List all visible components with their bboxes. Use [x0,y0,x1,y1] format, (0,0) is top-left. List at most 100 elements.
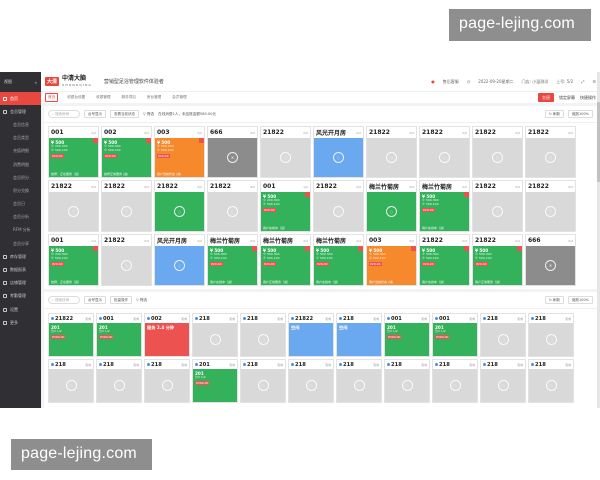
room-tile[interactable]: 21822 2/2 ◌ [101,180,152,232]
handover-button[interactable]: 交班 [538,93,554,102]
technician-search-input[interactable]: ⌕ 搜索技师 [48,296,80,304]
sidebar-item[interactable]: 消费明细 [0,158,41,171]
sidebar-item[interactable]: 考勤管理 [0,290,41,303]
technician-tile[interactable]: 218 轮岗 ◌ [96,359,142,403]
sidebar-item[interactable]: 会员管理 [0,105,41,118]
technician-zoom-select[interactable]: 缩放100% [567,296,593,304]
room-tile[interactable]: 21822 2/2 ◌ [419,126,470,178]
sidebar-item[interactable]: 会员分析 [0,211,41,224]
sidebar-item[interactable]: 首页 [0,92,41,106]
room-tile[interactable]: 001 1/2 ¥ 500 © 200-300 © 500-100 ¥20.00 用户在线中… [260,180,311,232]
sidebar-item[interactable]: 会员类型 [0,132,41,145]
technician-tile[interactable]: 21822 轮岗 空闲 [288,313,334,357]
technician-status-tag: 轮岗 [565,316,571,321]
room-tile[interactable]: 21822 2/2 ◌ [101,234,152,286]
sidebar-item[interactable]: 店铺管理 [0,277,41,290]
sidebar-item[interactable]: 更多 [0,316,41,329]
room-tile[interactable]: 21822 2/2 ◌ [313,180,364,232]
room-tile[interactable]: 21822 2/2 ◌ [154,180,205,232]
room-tile[interactable]: 21822 2/2 ◌ [472,180,523,232]
room-tile[interactable]: 21822 2/2 ◌ [260,126,311,178]
sidebar-item[interactable]: 会员积分 [0,171,41,184]
sidebar-item[interactable]: 数据报表 [0,263,41,276]
fullscreen-icon[interactable]: ⤢ [581,79,584,84]
room-tile[interactable]: 梅兰竹菊房 2/2 ¥ 500 © 500-300 © 500-100 ¥20.00 用户正… [260,234,311,286]
technician-tile[interactable]: 218 轮岗 ◌ [480,359,526,403]
room-tile[interactable]: 21822 2/2 ◌ [472,126,523,178]
room-tile[interactable]: 21822 2/2 ◌ [525,126,576,178]
tab[interactable]: 会员管理 [170,94,188,101]
room-tile[interactable]: 风光开月房 2/2 ◌ [154,234,205,286]
room-tile[interactable]: 003 2/2 ¥ 500 © 500-300 © 500-100 ¥20.00 用户当前状… [154,126,205,178]
store-select[interactable]: 门店: 小温测试 [522,79,549,85]
technician-tile[interactable]: 218 轮岗 ◌ [240,313,286,357]
technician-tile[interactable]: 218 轮岗 ◌ [192,313,238,357]
room-tile[interactable]: 666 2/2 ✕ [207,126,258,178]
room-tile[interactable]: 001 1/2 ¥ 500 © 200-300 © 500-100 ¥20.00 技师：正在… [48,126,99,178]
sidebar-item[interactable]: 会员分享 [0,237,41,250]
technician-tile[interactable]: 002 轮岗 服务 2.4 分钟 [144,313,190,357]
technician-tile[interactable]: 21822 轮岗 201 分2 1/2 ¥300.00 [48,313,94,357]
room-tile[interactable]: 梅兰竹菊房 2/2 ◌ [366,180,417,232]
batch-action-button[interactable]: 批量操作 [110,296,132,304]
technician-tile[interactable]: 218 轮岗 ◌ [48,359,94,403]
room-tile[interactable]: 21822 2/2 ◌ [366,126,417,178]
technician-refresh-button[interactable]: ↻ 刷新 [544,296,564,304]
technician-tile[interactable]: 218 轮岗 ◌ [528,359,574,403]
technician-tile[interactable]: 218 轮岗 ◌ [240,359,286,403]
lock-screen-button[interactable]: 锁定屏幕 [559,95,575,101]
room-status-button[interactable]: 查看当前状态 [110,110,139,118]
sidebar-item[interactable]: 库存管理 [0,250,41,263]
tab[interactable]: 服务项目 [120,94,138,101]
room-filter-button[interactable]: ▽ 筛选 [143,112,154,117]
technician-tile[interactable]: 218 轮岗 ◌ [432,359,478,403]
technician-tile[interactable]: 218 轮岗 ◌ [528,313,574,357]
room-search-input[interactable]: ⌕ 搜索房间 [48,110,80,118]
room-tile[interactable]: 风光开月房 2/2 ◌ [313,126,364,178]
room-tile[interactable]: 梅兰竹菊房 2/2 ¥ 500 © 500-300 © 500-100 ¥20.00 用户在… [207,234,258,286]
menu-icon[interactable]: ☰ [592,79,596,84]
room-tile[interactable]: 001 1/2 ¥ 500 © 200-300 © 500-100 ¥20.00 技师：正在… [48,234,99,286]
service-link[interactable]: 售后客服 [443,79,459,85]
room-tile[interactable]: 21822 2/2 ¥ 500 © 500-300 © 500-100 ¥20.00 用户正… [472,234,523,286]
technician-number-button[interactable]: 台号显示 [84,296,106,304]
room-status-area: ◌ [261,138,310,177]
technician-tile[interactable]: 218 轮岗 ◌ [384,359,430,403]
room-tile[interactable]: 21822 2/2 ◌ [207,180,258,232]
room-number-button[interactable]: 台号显示 [84,110,106,118]
room-tile[interactable]: 梅兰竹菊房 2/2 ¥ 500 © 500-300 © 500-100 ¥20.00 用户在… [313,234,364,286]
room-tile[interactable]: 21822 2/2 ◌ [48,180,99,232]
technician-tile[interactable]: 218 轮岗 空闲 [336,313,382,357]
sidebar-item[interactable]: 充值明细 [0,145,41,158]
room-tile[interactable]: 003 2/2 ¥ 500 © 500-300 © 500-100 ¥20.00 用户当前状… [366,234,417,286]
sidebar-item[interactable]: 会员信息 [0,118,41,131]
sidebar-item[interactable]: 会员日 [0,198,41,211]
tab[interactable]: 收银台设置 [65,94,87,101]
bell-icon[interactable]: ● [431,79,435,84]
technician-filter-button[interactable]: ▽ 筛选 [136,298,147,303]
sidebar-item[interactable]: 积分兑换 [0,184,41,197]
room-tile[interactable]: 梅兰竹菊房 2/2 ¥ 500 © 500-300 © 500-100 ¥20.00 用户在… [419,180,470,232]
room-tile[interactable]: 21822 2/2 ¥ 500 © 500-300 © 500-100 ¥20.00 用户在… [419,234,470,286]
user-info[interactable]: 上号: 5/2 [556,79,573,85]
tab[interactable]: 首页 [45,93,59,102]
technician-tile[interactable]: 218 轮岗 ◌ [480,313,526,357]
technician-tile[interactable]: 218 轮岗 ◌ [336,359,382,403]
room-tile[interactable]: 002 2/2 ¥ 500 © 500-300 © 500-100 ¥20.00 技师正常服… [101,126,152,178]
room-tile[interactable]: 666 2/2 ✕ [525,234,576,286]
technician-tile[interactable]: 001 轮岗 201 分2 1/2 ¥300.00 [432,313,478,357]
technician-tile[interactable]: 218 轮岗 ◌ [288,359,334,403]
room-tile[interactable]: 21822 2/2 ◌ [525,180,576,232]
room-zoom-select[interactable]: 缩放100% [567,110,593,118]
technician-tile[interactable]: 218 轮岗 ◌ [144,359,190,403]
technician-tile[interactable]: 001 轮岗 201 分2 1/2 ¥300.00 [96,313,142,357]
room-refresh-button[interactable]: ↻ 刷新 [544,110,564,118]
double-chevron-left-icon[interactable]: « [35,80,37,85]
technician-tile[interactable]: 001 轮岗 201 分2 1/2 ¥300.00 [384,313,430,357]
quick-actions-button[interactable]: 快捷操作 [580,95,596,101]
tab[interactable]: 房台管理 [145,94,163,101]
technician-tile[interactable]: 201 轮岗 201 分2 1/2 ¥300.00 [192,359,238,403]
sidebar-item[interactable]: RFM 分析 [0,224,41,237]
sidebar-item[interactable]: 设置 [0,303,41,316]
tab[interactable]: 收银管理 [94,94,112,101]
